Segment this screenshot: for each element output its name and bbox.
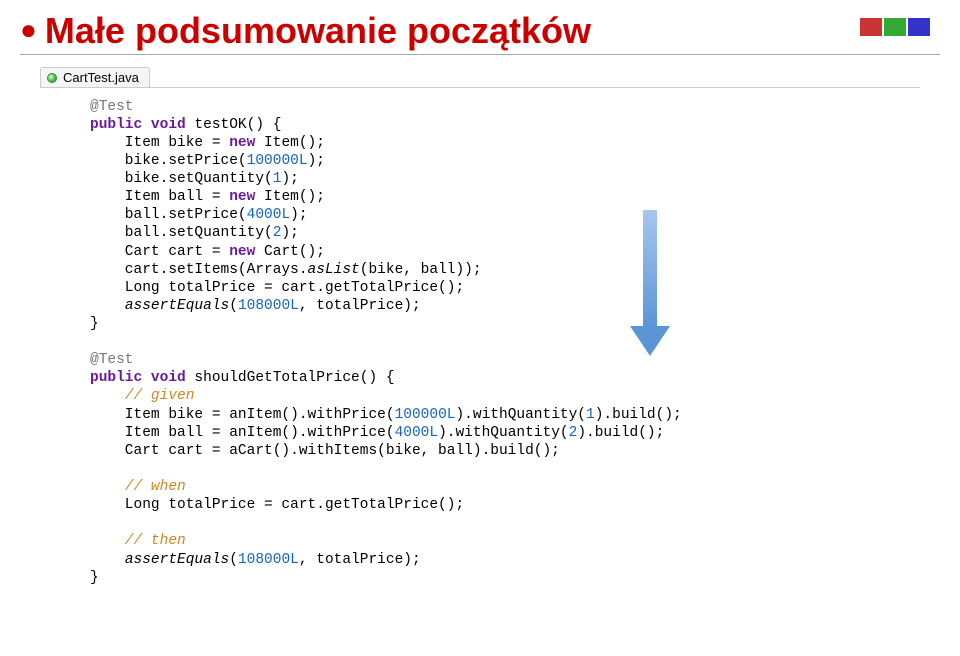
code-text: ); (281, 225, 298, 241)
code-text: Cart cart = (90, 244, 229, 260)
code-text: Cart(); (255, 244, 325, 260)
code-text: Item bike = (90, 135, 229, 151)
code-block-2: @Test public void shouldGetTotalPrice() … (90, 351, 900, 587)
number: 2 (569, 425, 578, 441)
comment: // given (90, 388, 194, 404)
file-tab: CartTest.java (40, 67, 150, 87)
file-tab-label: CartTest.java (63, 70, 139, 85)
keyword: new (229, 135, 255, 151)
code-text: testOK() { (186, 117, 282, 133)
code-block-1: @Test public void testOK() { Item bike =… (90, 98, 900, 334)
file-tab-container: CartTest.java (40, 67, 920, 88)
java-file-icon (47, 73, 57, 83)
square-green (884, 18, 906, 36)
code-text: shouldGetTotalPrice() { (186, 370, 395, 386)
annotation: @Test (90, 352, 134, 368)
arrow-stem (643, 210, 657, 328)
code-text: ); (290, 207, 307, 223)
code-text: (bike, ball)); (360, 262, 482, 278)
code-text: } (90, 570, 99, 586)
number: 108000L (238, 552, 299, 568)
code-text: ( (229, 298, 238, 314)
arrow-head (630, 326, 670, 356)
annotation: @Test (90, 99, 134, 115)
code-text: Item(); (255, 189, 325, 205)
code-text: ( (229, 552, 238, 568)
code-text: Long totalPrice = cart.getTotalPrice(); (90, 497, 464, 513)
keyword: public void (90, 117, 186, 133)
code-text: Item ball = (90, 189, 229, 205)
code-text: ball.setQuantity( (90, 225, 273, 241)
code-text: ball.setPrice( (90, 207, 247, 223)
static-call: asList (308, 262, 360, 278)
keyword: new (229, 189, 255, 205)
code-text: bike.setQuantity( (90, 171, 273, 187)
code-text: ).build(); (577, 425, 664, 441)
number: 1 (586, 407, 595, 423)
comment: // then (90, 533, 186, 549)
code-text: ); (281, 171, 298, 187)
number: 100000L (395, 407, 456, 423)
static-call: assertEquals (125, 298, 229, 314)
code-pre-2: @Test public void shouldGetTotalPrice() … (90, 351, 900, 587)
square-red (860, 18, 882, 36)
code-text: ).build(); (595, 407, 682, 423)
keyword: new (229, 244, 255, 260)
code-text (90, 298, 125, 314)
code-text: ).withQuantity( (438, 425, 569, 441)
code-text (90, 552, 125, 568)
number: 108000L (238, 298, 299, 314)
keyword: public void (90, 370, 186, 386)
number: 4000L (247, 207, 291, 223)
code-text: Item(); (255, 135, 325, 151)
static-call: assertEquals (125, 552, 229, 568)
comment: // when (90, 479, 186, 495)
arrow-down-icon (630, 210, 670, 360)
square-blue (908, 18, 930, 36)
number: 4000L (395, 425, 439, 441)
code-text: , totalPrice); (299, 552, 421, 568)
code-text: ).withQuantity( (455, 407, 586, 423)
code-text: , totalPrice); (299, 298, 421, 314)
number: 100000L (247, 153, 308, 169)
code-text: Cart cart = aCart().withItems(bike, ball… (90, 443, 560, 459)
title-row: ● Małe podsumowanie początków (0, 0, 960, 52)
code-text: Long totalPrice = cart.getTotalPrice(); (90, 280, 464, 296)
title-underline (20, 54, 940, 55)
code-text: Item ball = anItem().withPrice( (90, 425, 395, 441)
code-pre-1: @Test public void testOK() { Item bike =… (90, 98, 900, 334)
slide: ● Małe podsumowanie początków CartTest.j… (0, 0, 960, 656)
code-text: Item bike = anItem().withPrice( (90, 407, 395, 423)
code-text: cart.setItems(Arrays. (90, 262, 308, 278)
code-text: } (90, 316, 99, 332)
tab-underline (40, 87, 920, 88)
corner-decor (860, 18, 930, 36)
code-text: ); (308, 153, 325, 169)
bullet-icon: ● (20, 16, 37, 44)
slide-title: Małe podsumowanie początków (45, 10, 591, 52)
code-text: bike.setPrice( (90, 153, 247, 169)
